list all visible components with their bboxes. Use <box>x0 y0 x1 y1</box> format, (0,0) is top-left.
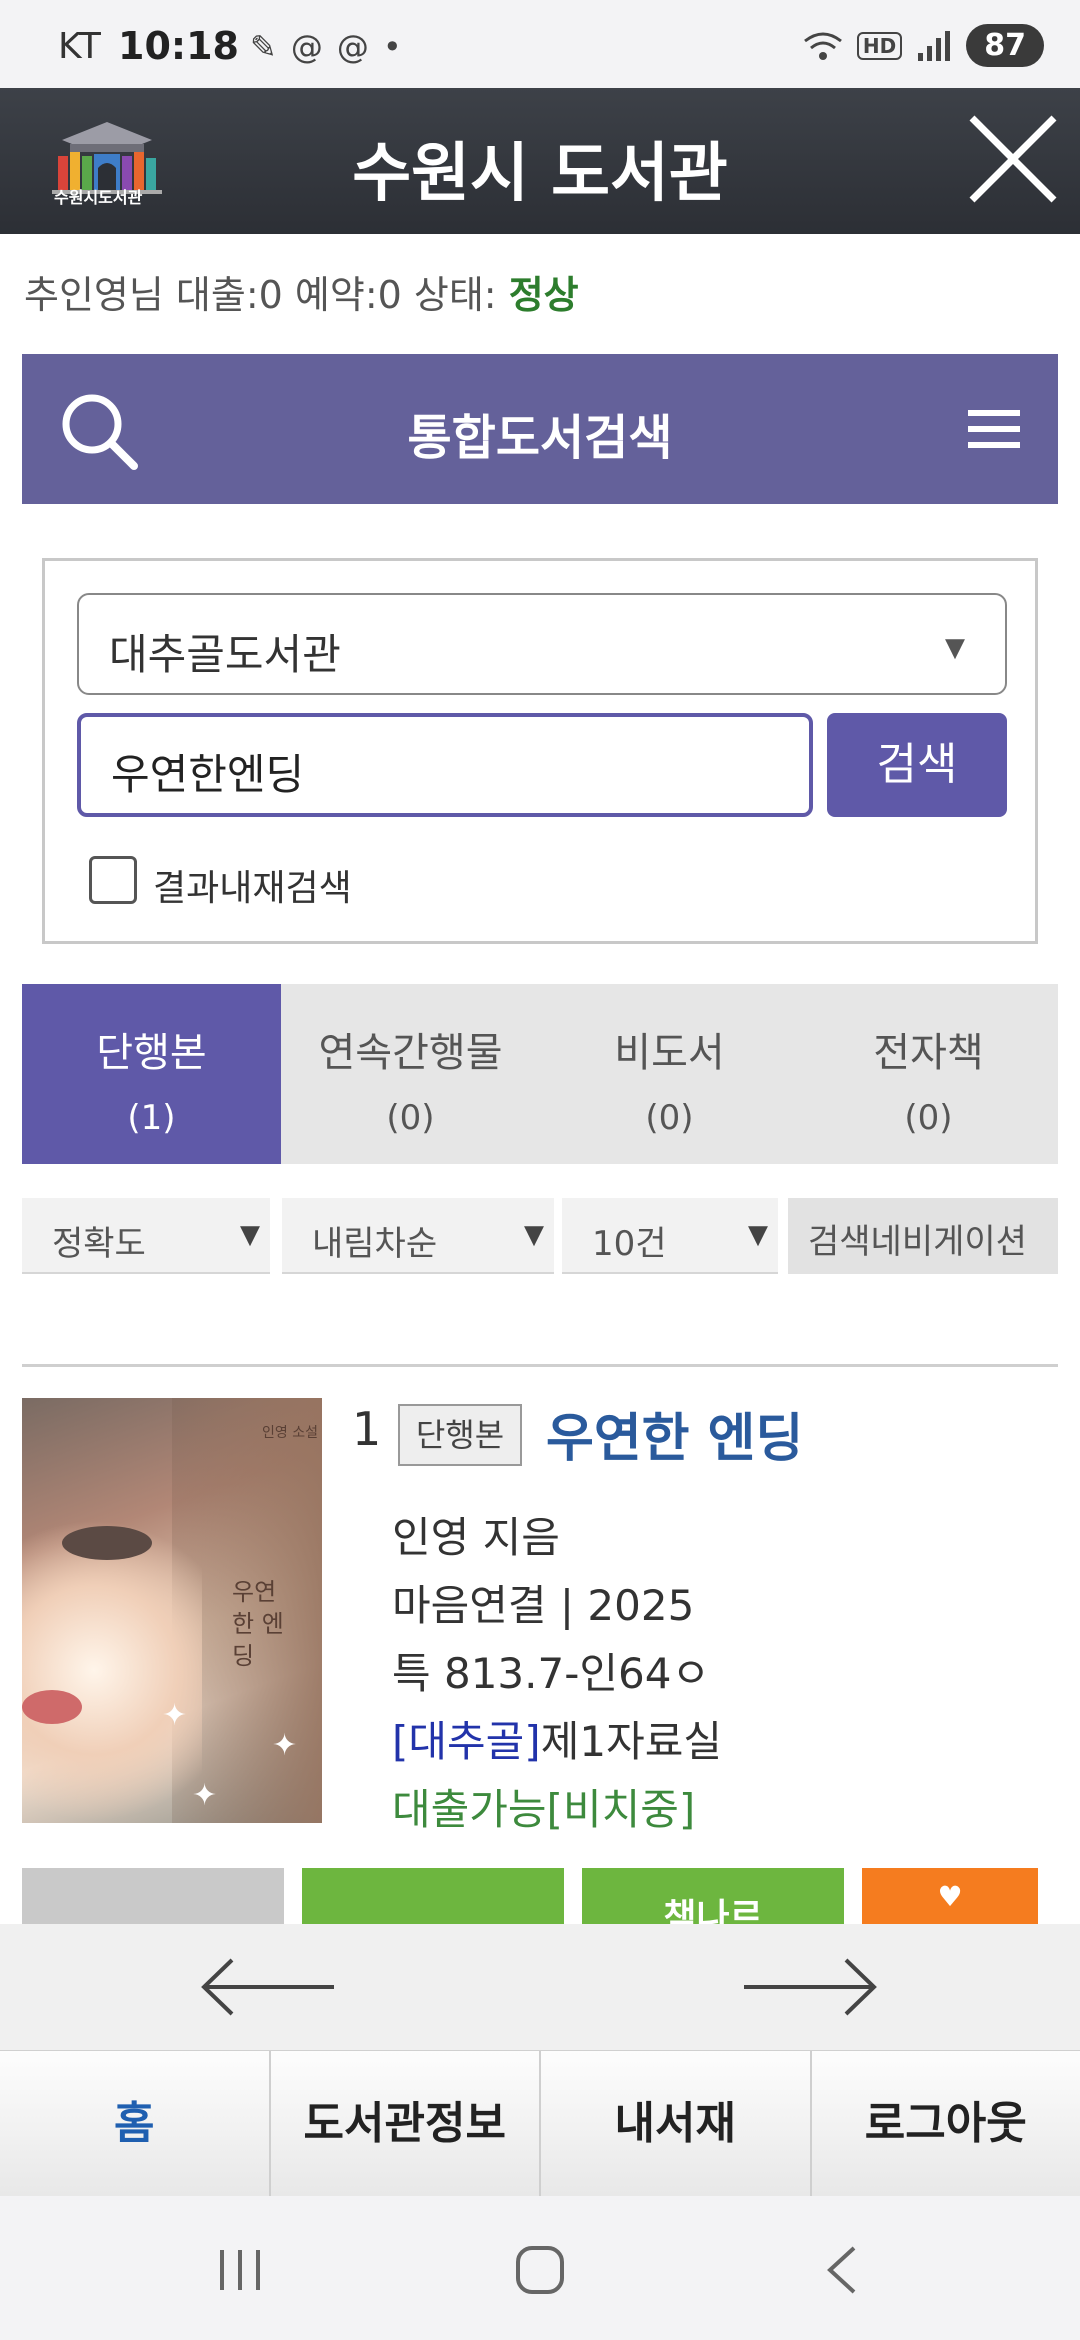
tab-non-book[interactable]: 비도서 (0) <box>540 984 799 1164</box>
location-library: [대추골] <box>392 1717 541 1766</box>
tab-ebook[interactable]: 전자책 (0) <box>799 984 1058 1164</box>
checkbox-label: 결과내재검색 <box>153 868 352 909</box>
location-room: 제1자료실 <box>540 1717 722 1766</box>
sparkle-icon: ✦ <box>192 1778 218 1813</box>
dropdown-arrow-icon: ▼ <box>240 1220 260 1250</box>
system-navigation-bar <box>0 2196 1080 2340</box>
menu-logout[interactable]: 로그아웃 <box>809 2051 1080 2196</box>
dropdown-arrow-icon: ▼ <box>748 1220 768 1250</box>
book-cover-image[interactable]: 우연한 엔딩 인영 소설 ✦ ✦ ✦ <box>22 1398 322 1823</box>
material-type-badge: 단행본 <box>398 1404 522 1466</box>
search-form: 대추골도서관 ▼ 우연한엔딩 검색 결과내재검색 <box>42 558 1038 944</box>
system-icons: HD 87 <box>803 24 1044 67</box>
sort-value: 정확도 <box>52 1224 146 1264</box>
action-button-green[interactable] <box>302 1868 564 1928</box>
result-availability: 대출가능[비치중] <box>392 1785 696 1834</box>
back-icon[interactable] <box>814 2240 874 2300</box>
tab-count: (0) <box>386 1098 435 1138</box>
result-number: 1 <box>352 1402 382 1456</box>
tab-label: 비도서 <box>614 1030 725 1076</box>
result-location: [대추골]제1자료실 <box>392 1708 722 1769</box>
status-bar: KT 10:18 ✎@@• HD 87 <box>0 0 1080 88</box>
search-input[interactable]: 우연한엔딩 <box>77 713 813 817</box>
order-value: 내림차순 <box>312 1224 438 1264</box>
per-page-value: 10건 <box>592 1224 667 1264</box>
book-delivery-button[interactable]: 책나르 <box>582 1868 844 1938</box>
tab-count: (0) <box>904 1098 953 1138</box>
action-button-gray[interactable] <box>22 1868 284 1928</box>
dropdown-arrow-icon: ▼ <box>945 633 965 663</box>
dot-icon: • <box>382 28 416 66</box>
search-button[interactable]: 검색 <box>827 713 1007 817</box>
recent-apps-icon[interactable] <box>210 2240 270 2300</box>
search-navigation-button[interactable]: 검색네비게이션 <box>788 1198 1058 1274</box>
order-select[interactable]: 내림차순 ▼ <box>282 1198 554 1274</box>
result-title-link[interactable]: 우연한 엔딩 <box>546 1396 803 1471</box>
tab-label: 단행본 <box>96 1030 207 1076</box>
close-icon[interactable] <box>958 104 1068 214</box>
cover-author: 인영 소설 <box>262 1425 318 1441</box>
tab-label: 전자책 <box>873 1030 984 1076</box>
result-action-buttons: 책나르 ♥ <box>22 1868 1058 1938</box>
back-arrow-icon[interactable] <box>198 1954 338 2020</box>
tab-count: (1) <box>127 1098 176 1138</box>
search-header-bar: 통합도서검색 <box>22 354 1058 504</box>
menu-my-shelf[interactable]: 내서재 <box>539 2051 810 2196</box>
threads-icon: @ <box>336 28 383 66</box>
material-type-tabs: 단행본 (1) 연속간행물 (0) 비도서 (0) 전자책 (0) <box>22 984 1058 1164</box>
notification-icons: ✎@@• <box>250 28 416 66</box>
page-nav-bar <box>0 1924 1080 2050</box>
tab-monograph[interactable]: 단행본 (1) <box>22 984 281 1164</box>
home-icon[interactable] <box>510 2240 570 2300</box>
library-select-value: 대추골도서관 <box>109 630 341 679</box>
user-status-text: 추인영님 대출:0 예약:0 상태: <box>24 273 509 317</box>
menu-library-info[interactable]: 도서관정보 <box>268 2051 540 2196</box>
cover-art-face <box>22 1518 202 1823</box>
signal-icon <box>918 30 951 61</box>
result-filters: 정확도 ▼ 내림차순 ▼ 10건 ▼ 검색네비게이션 <box>22 1198 1058 1274</box>
dropdown-arrow-icon: ▼ <box>524 1220 544 1250</box>
search-section-title: 통합도서검색 <box>407 410 673 466</box>
battery-indicator: 87 <box>966 24 1044 67</box>
per-page-select[interactable]: 10건 ▼ <box>562 1198 778 1274</box>
cover-art-eye <box>62 1526 152 1560</box>
bottom-menu: 홈 도서관정보 내서재 로그아웃 <box>0 2050 1080 2196</box>
heart-icon: ♥ <box>937 1880 963 1913</box>
menu-home[interactable]: 홈 <box>0 2051 269 2196</box>
pen-icon: ✎ <box>250 28 291 66</box>
result-publisher: 마음연결 | 2025 <box>392 1581 695 1630</box>
user-loan-status: 추인영님 대출:0 예약:0 상태: 정상 <box>24 264 579 319</box>
search-within-results-checkbox[interactable] <box>89 856 137 904</box>
page-title: 수원시 도서관 <box>352 137 728 211</box>
divider <box>22 1364 1058 1367</box>
hamburger-menu-icon[interactable] <box>968 406 1020 452</box>
sparkle-icon: ✦ <box>162 1698 188 1733</box>
result-author: 인영 지음 <box>392 1513 560 1562</box>
clock: 10:18 <box>118 24 239 68</box>
user-state-badge: 정상 <box>508 273 579 317</box>
cover-art-lips <box>22 1690 82 1724</box>
tab-label: 연속간행물 <box>318 1030 503 1076</box>
result-call-number: 특 813.7-인64ㅇ <box>392 1649 711 1698</box>
app-header: 수원시도서관 수원시 도서관 <box>0 88 1080 234</box>
sort-select[interactable]: 정확도 ▼ <box>22 1198 270 1274</box>
tab-count: (0) <box>645 1098 694 1138</box>
forward-arrow-icon[interactable] <box>740 1954 880 2020</box>
wifi-icon <box>803 32 842 60</box>
threads-icon: @ <box>290 28 337 66</box>
library-select[interactable]: 대추골도서관 ▼ <box>77 593 1007 695</box>
hd-icon: HD <box>856 31 903 60</box>
carrier-label: KT <box>58 26 101 67</box>
cover-title: 우연한 엔딩 <box>232 1578 284 1670</box>
sparkle-icon: ✦ <box>272 1728 298 1763</box>
tab-serials[interactable]: 연속간행물 (0) <box>281 984 540 1164</box>
favorite-button[interactable]: ♥ <box>862 1868 1038 1928</box>
